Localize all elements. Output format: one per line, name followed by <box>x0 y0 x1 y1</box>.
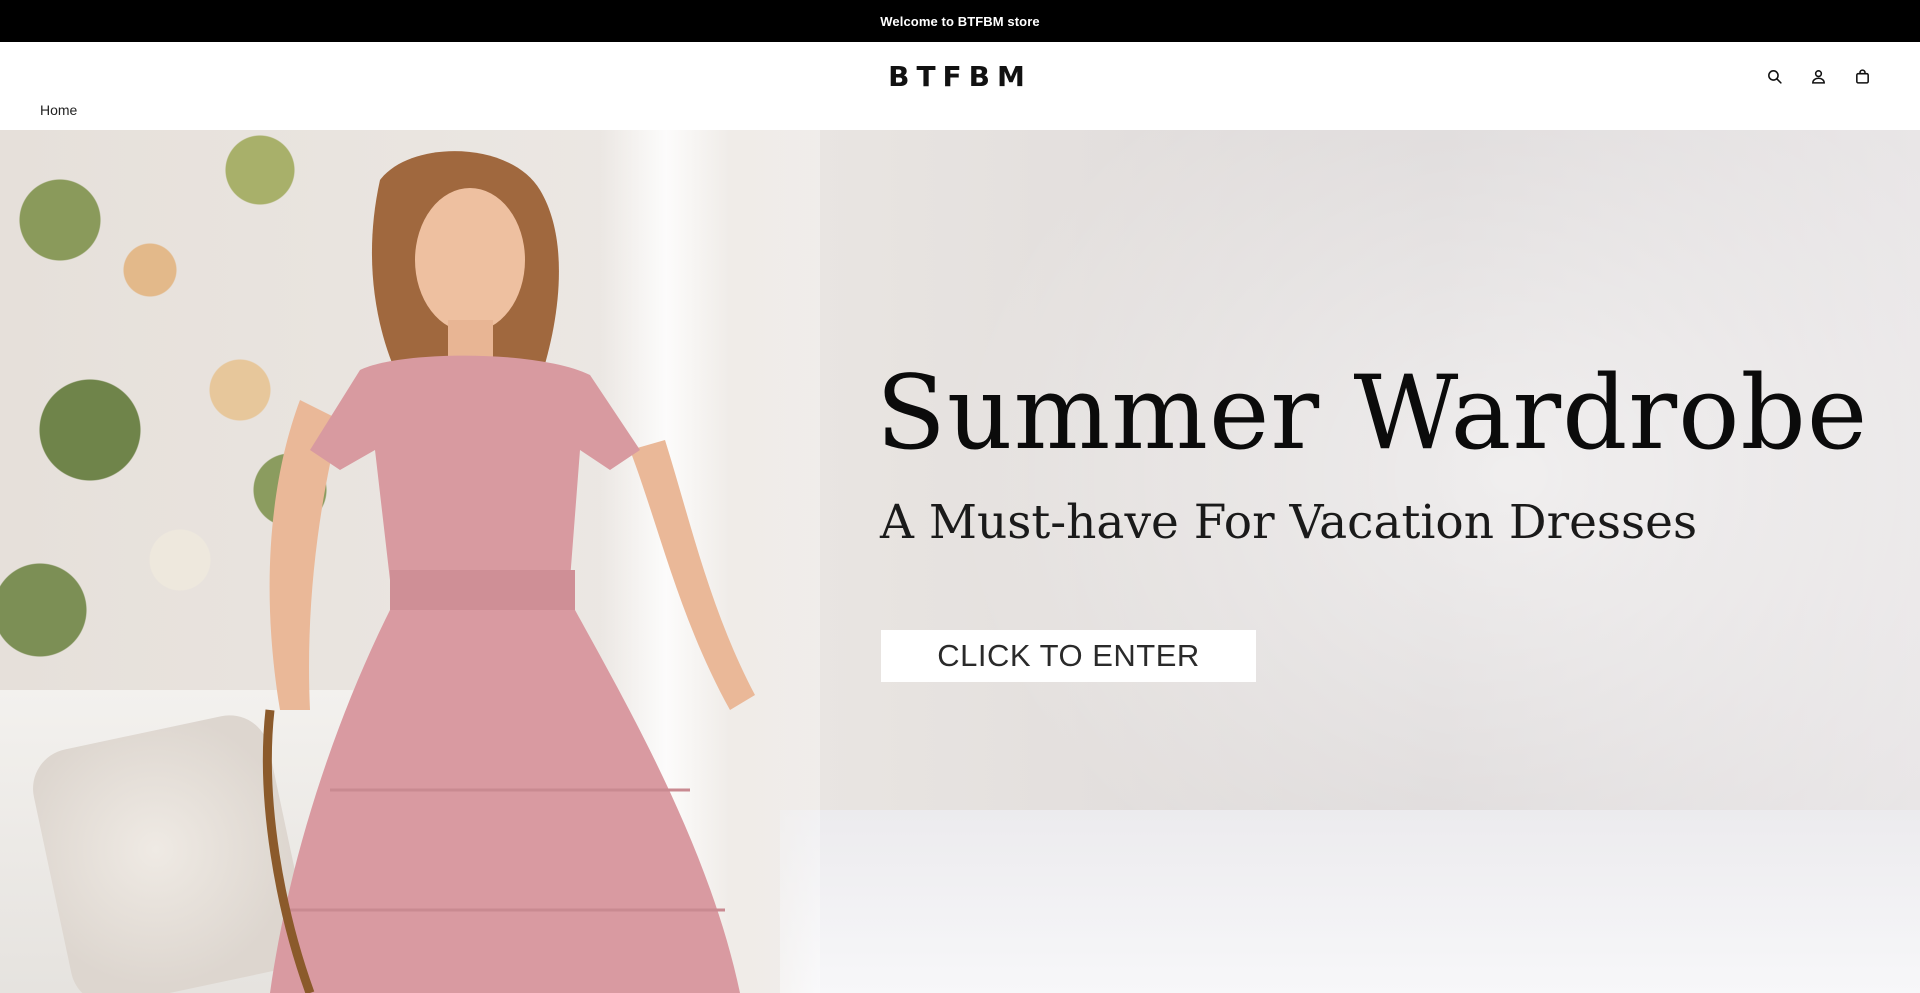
header-icons <box>1762 64 1874 88</box>
announcement-bar: Welcome to BTFBM store <box>0 0 1920 42</box>
search-icon[interactable] <box>1762 64 1786 88</box>
brand-logo[interactable]: BTFBM <box>0 60 1920 93</box>
site-header: BTFBM Home <box>0 42 1920 130</box>
breadcrumb-home[interactable]: Home <box>40 102 77 118</box>
click-to-enter-button[interactable]: CLICK TO ENTER <box>881 630 1256 682</box>
model-in-pink-dress-image <box>262 151 755 993</box>
hero-floor <box>780 810 1920 993</box>
announcement-text: Welcome to BTFBM store <box>880 13 1040 29</box>
hero-headline: Summer Wardrobe <box>876 354 1869 473</box>
hero-subheadline: A Must-have For Vacation Dresses <box>880 495 1698 550</box>
account-icon[interactable] <box>1806 64 1830 88</box>
cart-icon[interactable] <box>1850 64 1874 88</box>
hero-banner[interactable]: Summer Wardrobe A Must-have For Vacation… <box>0 130 1920 993</box>
